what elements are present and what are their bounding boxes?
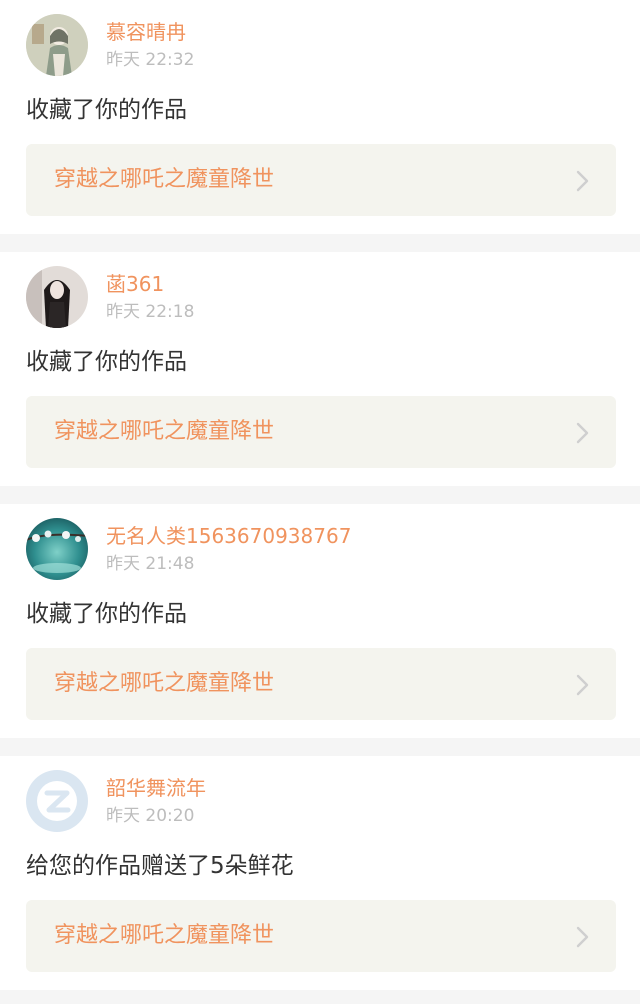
work-title: 穿越之哪吒之魔童降世 (54, 671, 275, 696)
action-text: 收藏了你的作品 (26, 97, 187, 123)
timestamp: 昨天 22:18 (106, 302, 195, 322)
chevron-right-icon (576, 674, 589, 696)
action-text: 收藏了你的作品 (26, 601, 187, 627)
avatar-girl-lantern-icon (26, 14, 88, 76)
user-name[interactable]: 韶华舞流年 (106, 774, 206, 802)
timestamp: 昨天 22:32 (106, 50, 195, 70)
chevron-right-icon (576, 926, 589, 948)
user-name[interactable]: 无名人类1563670938767 (106, 522, 351, 550)
work-link[interactable]: 穿越之哪吒之魔童降世 (26, 900, 616, 972)
work-link[interactable]: 穿越之哪吒之魔童降世 (26, 396, 616, 468)
work-link[interactable]: 穿越之哪吒之魔童降世 (26, 648, 616, 720)
user-avatar[interactable] (26, 518, 88, 580)
work-title: 穿越之哪吒之魔童降世 (54, 923, 275, 948)
avatar-dark-hair-portrait-icon (26, 266, 88, 328)
notification-feed: 慕容晴冉 昨天 22:32 收藏了你的作品 穿越之哪吒之魔童降世 菡361 昨天… (0, 0, 640, 990)
notification-card: 慕容晴冉 昨天 22:32 收藏了你的作品 穿越之哪吒之魔童降世 (0, 0, 640, 234)
timestamp: 昨天 21:48 (106, 554, 195, 574)
work-title: 穿越之哪吒之魔童降世 (54, 419, 275, 444)
action-text: 给您的作品赠送了5朵鲜花 (26, 853, 294, 879)
user-name[interactable]: 慕容晴冉 (106, 18, 186, 46)
chevron-right-icon (576, 422, 589, 444)
user-avatar[interactable] (26, 14, 88, 76)
avatar-default-z-icon (26, 770, 88, 832)
notification-card: 韶华舞流年 昨天 20:20 给您的作品赠送了5朵鲜花 穿越之哪吒之魔童降世 (0, 756, 640, 990)
user-name[interactable]: 菡361 (106, 270, 164, 298)
avatar-teal-blossom-icon (26, 518, 88, 580)
notification-card: 无名人类1563670938767 昨天 21:48 收藏了你的作品 穿越之哪吒… (0, 504, 640, 738)
notification-card: 菡361 昨天 22:18 收藏了你的作品 穿越之哪吒之魔童降世 (0, 252, 640, 486)
user-avatar[interactable] (26, 266, 88, 328)
action-text: 收藏了你的作品 (26, 349, 187, 375)
work-link[interactable]: 穿越之哪吒之魔童降世 (26, 144, 616, 216)
timestamp: 昨天 20:20 (106, 806, 195, 826)
user-avatar[interactable] (26, 770, 88, 832)
chevron-right-icon (576, 170, 589, 192)
work-title: 穿越之哪吒之魔童降世 (54, 167, 275, 192)
